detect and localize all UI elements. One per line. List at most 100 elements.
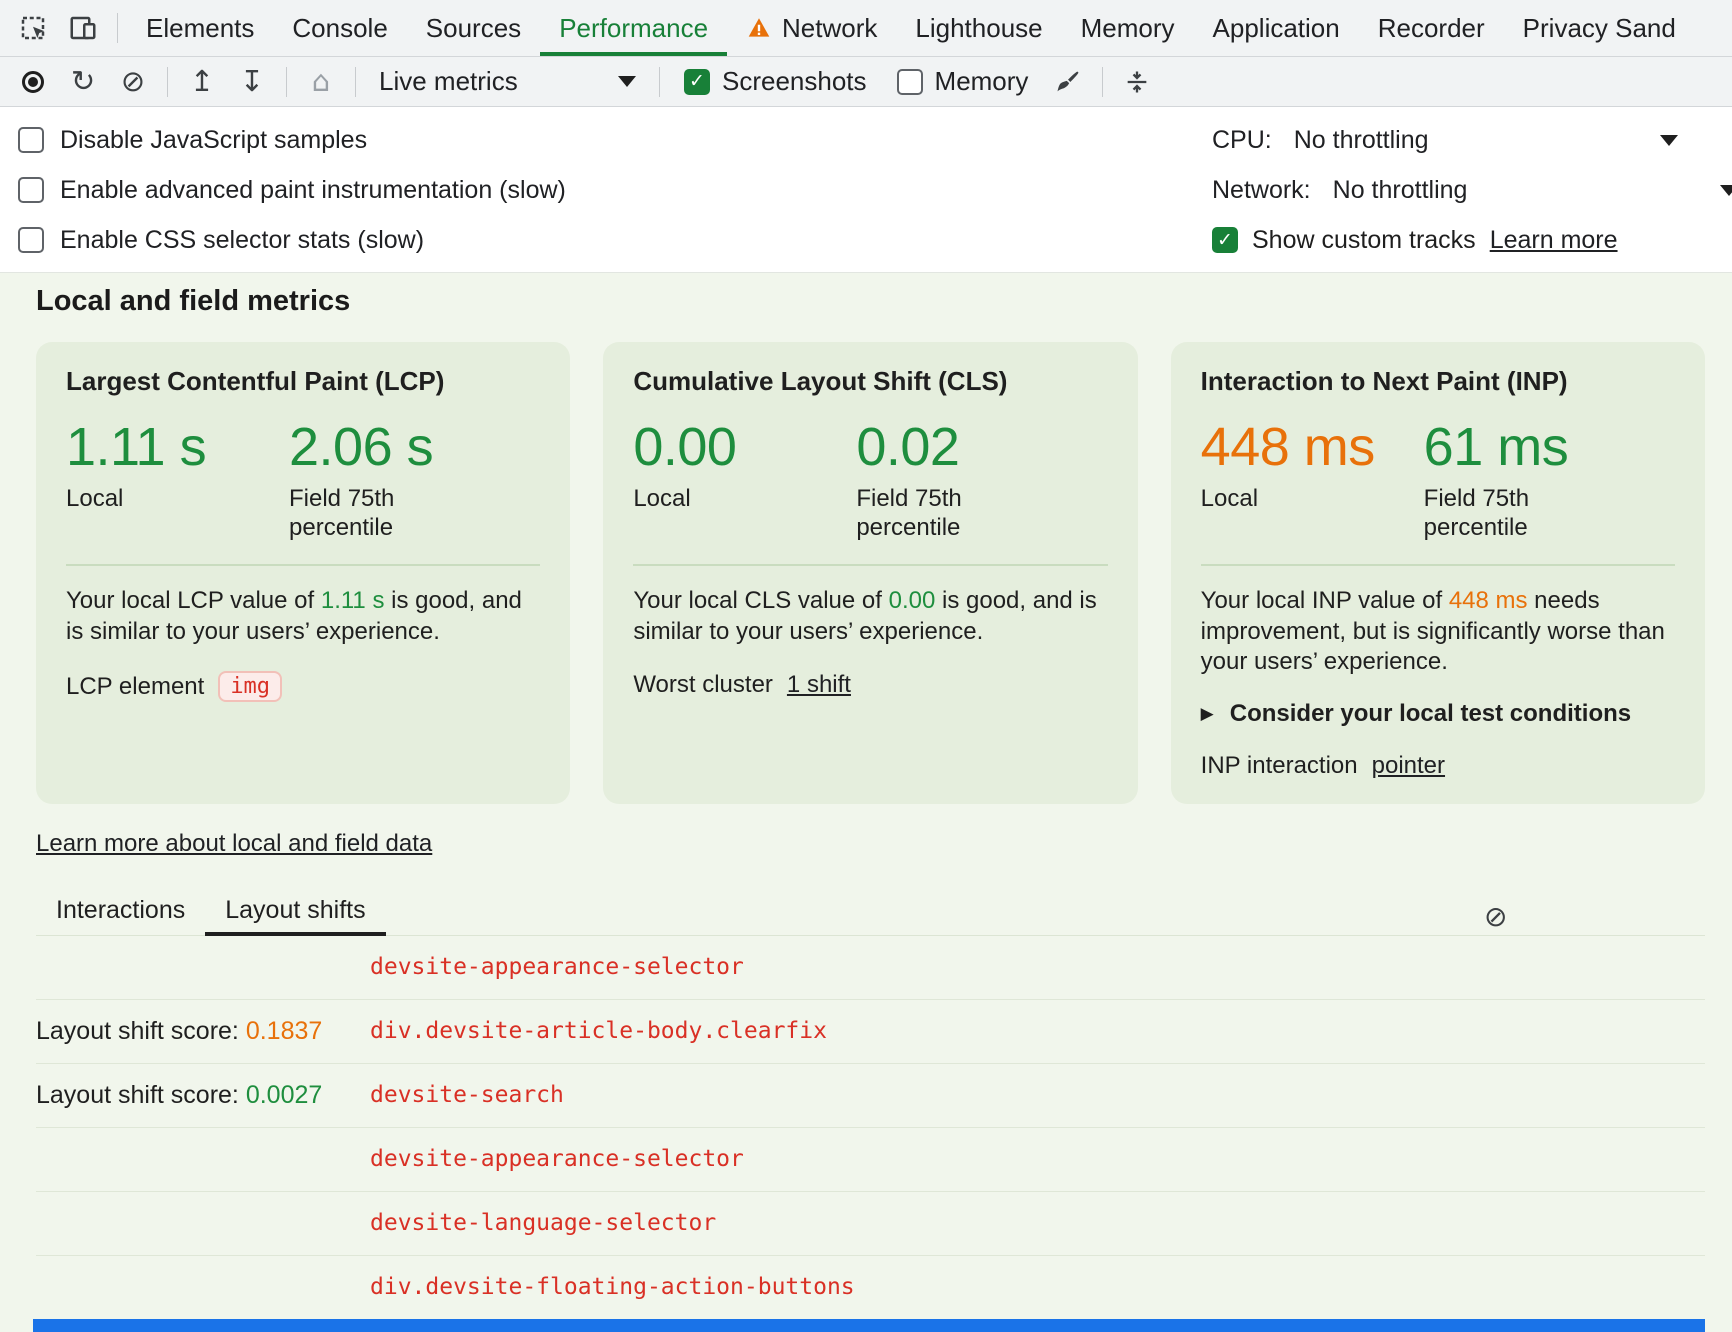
inspect-element-icon[interactable] [8,0,58,56]
layout-shift-row[interactable]: devsite-appearance-selector [36,936,1705,1000]
worst-cluster-row: Worst cluster 1 shift [633,671,1107,699]
tab-privacy-sandbox[interactable]: Privacy Sand [1504,0,1695,56]
node-link[interactable]: devsite-appearance-selector [370,1146,744,1172]
layout-shift-row[interactable]: Layout shift score: 0.1837 div.devsite-a… [36,1000,1705,1064]
inp-interaction-label: INP interaction [1201,752,1358,780]
local-value-block: 1.11 s Local [66,419,261,542]
save-profile-button[interactable]: ↧ [227,57,277,106]
tab-network[interactable]: Network [727,0,896,56]
checkbox-label: Disable JavaScript samples [60,126,367,155]
tab-elements[interactable]: Elements [127,0,273,56]
tab-label: Recorder [1378,13,1485,44]
field-label: Field 75th percentile [1424,484,1574,543]
checkbox-unchecked [18,227,44,253]
checkbox-checked: ✓ [1212,227,1238,253]
desc-prefix: Your local LCP value of [66,587,321,614]
checkbox-label: Enable CSS selector stats (slow) [60,226,424,255]
show-custom-tracks-checkbox[interactable]: ✓ Show custom tracks Learn more [1212,215,1732,265]
layout-shift-row[interactable]: devsite-language-selector [36,1192,1705,1256]
reload-and-record-button[interactable]: ↻ [58,57,108,106]
field-value-block: 2.06 s Field 75th percentile [289,419,439,542]
cls-metric-card: Cumulative Layout Shift (CLS) 0.00 Local… [603,342,1137,804]
tab-recorder[interactable]: Recorder [1359,0,1504,56]
field-value-block: 0.02 Field 75th percentile [856,419,1006,542]
local-field-data-learn-more-link[interactable]: Learn more about local and field data [36,830,432,858]
tab-label: Interactions [56,896,185,924]
tab-label: Console [292,13,387,44]
node-link[interactable]: devsite-language-selector [370,1210,716,1236]
worst-cluster-link[interactable]: 1 shift [787,671,851,699]
collapse-icon [1123,68,1151,96]
checkbox-checked: ✓ [684,69,710,95]
checkmark-icon: ✓ [1217,231,1233,250]
card-divider [633,564,1107,566]
tab-label: Lighthouse [915,13,1042,44]
capture-settings-pane: Disable JavaScript samples Enable advanc… [0,107,1732,273]
devtools-tab-bar: Elements Console Sources Performance Net… [0,0,1732,57]
local-value-block: 448 ms Local [1201,419,1396,542]
tab-label: Network [782,13,877,44]
clear-button[interactable]: ⊘ [108,57,158,106]
tab-interactions[interactable]: Interactions [36,896,205,935]
field-label: Field 75th percentile [856,484,1006,543]
tab-performance[interactable]: Performance [540,0,727,56]
device-toolbar-icon[interactable] [58,0,108,56]
capture-settings-right: CPU: No throttling Network: No throttlin… [1212,115,1732,265]
tab-memory[interactable]: Memory [1062,0,1194,56]
checkbox-unchecked [897,69,923,95]
checkbox-label: Enable advanced paint instrumentation (s… [60,176,566,205]
tab-console[interactable]: Console [273,0,406,56]
lcp-metric-card: Largest Contentful Paint (LCP) 1.11 s Lo… [36,342,570,804]
card-title: Cumulative Layout Shift (CLS) [633,366,1107,397]
layout-shift-log: devsite-appearance-selector Layout shift… [36,936,1705,1320]
live-metrics-pane: Local and field metrics Largest Contentf… [0,273,1732,1332]
collect-garbage-button[interactable] [1043,57,1093,106]
metric-cards: Largest Contentful Paint (LCP) 1.11 s Lo… [36,342,1705,804]
card-divider [66,564,540,566]
tab-label: Memory [1081,13,1175,44]
network-throttling-select[interactable]: Network: No throttling [1212,165,1732,215]
toolbar-divider [1102,67,1103,97]
memory-checkbox[interactable]: Memory [897,66,1029,97]
inp-local-value: 448 ms [1201,419,1396,476]
node-link[interactable]: devsite-appearance-selector [370,954,744,980]
tab-label: Sources [426,13,521,44]
screenshots-checkbox[interactable]: ✓ Screenshots [684,66,867,97]
cpu-throttling-select[interactable]: CPU: No throttling [1212,115,1732,165]
card-title: Largest Contentful Paint (LCP) [66,366,540,397]
desc-prefix: Your local INP value of [1201,587,1449,614]
load-profile-button[interactable]: ↥ [177,57,227,106]
local-label: Local [1201,484,1351,513]
desc-prefix: Your local CLS value of [633,587,888,614]
home-button[interactable]: ⌂ [296,57,346,106]
tab-sources[interactable]: Sources [407,0,540,56]
collapse-button[interactable] [1112,57,1162,106]
desc-value: 0.00 [889,587,936,614]
lcp-element-node-link[interactable]: img [218,671,282,702]
layout-shift-row[interactable]: devsite-appearance-selector [36,1128,1705,1192]
inp-field-value: 61 ms [1424,419,1574,476]
tab-label: Layout shifts [225,896,365,924]
layout-shift-row[interactable]: div.devsite-floating-action-buttons [36,1256,1705,1320]
cls-local-value: 0.00 [633,419,828,476]
field-label: Field 75th percentile [289,484,439,543]
card-values: 0.00 Local 0.02 Field 75th percentile [633,419,1107,542]
custom-tracks-learn-more-link[interactable]: Learn more [1490,226,1618,255]
local-test-conditions-disclosure[interactable]: ▶ Consider your local test conditions [1201,700,1675,728]
tab-application[interactable]: Application [1194,0,1359,56]
layout-shift-row[interactable]: Layout shift score: 0.0027 devsite-searc… [36,1064,1705,1128]
node-link[interactable]: devsite-search [370,1082,564,1108]
section-heading: Local and field metrics [36,273,1705,318]
record-button[interactable] [8,57,58,106]
node-link[interactable]: div.devsite-floating-action-buttons [370,1274,855,1300]
tab-lighthouse[interactable]: Lighthouse [896,0,1061,56]
clear-log-button[interactable]: ⊘ [1484,903,1507,931]
node-link[interactable]: div.devsite-article-body.clearfix [370,1018,827,1044]
inp-interaction-link[interactable]: pointer [1372,752,1445,780]
live-metrics-dropdown[interactable]: Live metrics [365,66,650,97]
tab-layout-shifts[interactable]: Layout shifts [205,896,385,935]
chevron-down-icon [1720,185,1732,196]
desc-value: 448 ms [1449,587,1528,614]
lcp-description: Your local LCP value of 1.11 s is good, … [66,586,540,647]
record-icon [22,71,44,93]
